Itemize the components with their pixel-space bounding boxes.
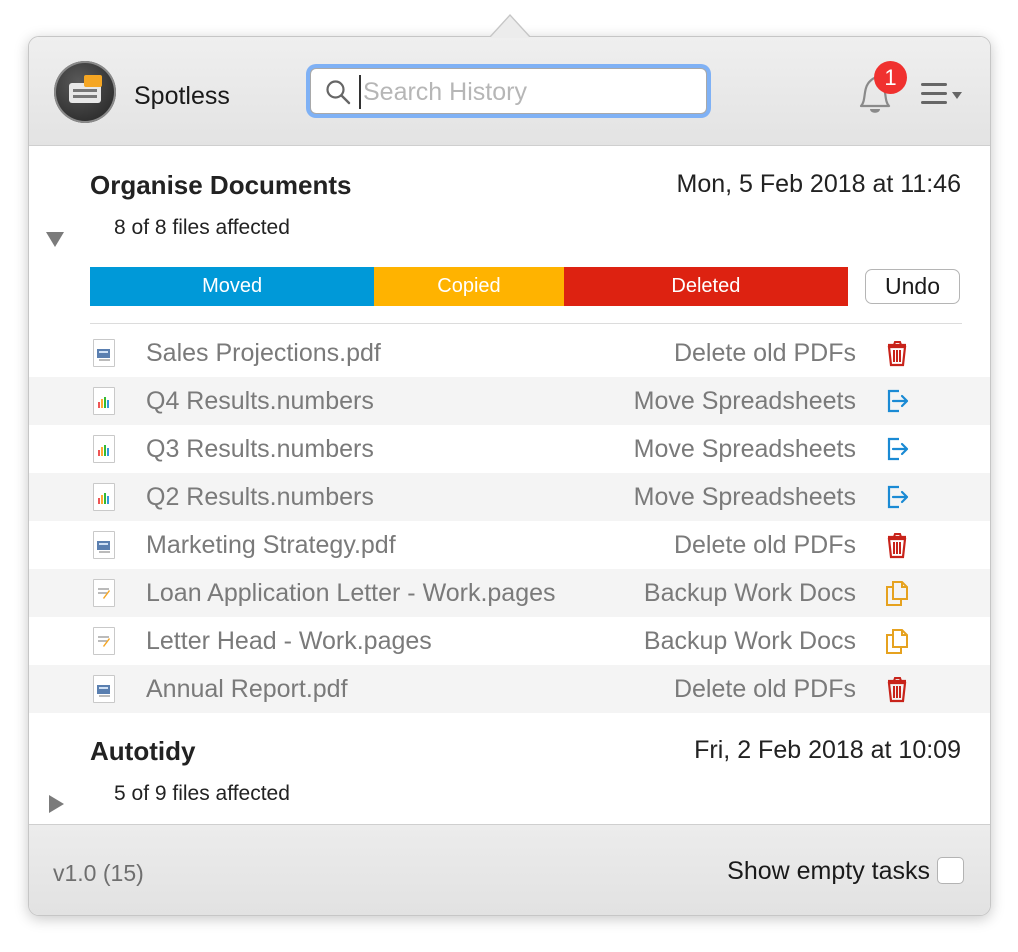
undo-button[interactable]: Undo	[865, 269, 960, 304]
file-name: Q4 Results.numbers	[146, 387, 374, 415]
rule-name: Backup Work Docs	[643, 579, 856, 607]
rule-name: Move Spreadsheets	[633, 483, 856, 511]
breakdown-bar: Moved Copied Deleted	[90, 267, 848, 306]
pages-file-icon	[93, 627, 115, 655]
notification-badge[interactable]: 1	[874, 61, 907, 94]
search-icon	[326, 80, 351, 105]
footer-bar: v1.0 (15) Show empty tasks	[29, 824, 990, 915]
move-icon	[883, 387, 911, 415]
trash-icon	[883, 675, 911, 703]
group-title-autotidy: Autotidy	[90, 736, 196, 766]
move-icon	[883, 483, 911, 511]
breakdown-segment-moved: Moved	[90, 267, 375, 306]
file-name: Q3 Results.numbers	[146, 435, 374, 463]
popover-arrow-fill	[490, 16, 530, 38]
numbers-file-icon	[93, 435, 115, 463]
table-row[interactable]: Loan Application Letter - Work.pages Back…	[29, 569, 990, 617]
table-row[interactable]: Letter Head - Work.pages Backup Work Docs	[29, 617, 990, 665]
file-name: Annual Report.pdf	[146, 675, 348, 703]
numbers-file-icon	[93, 387, 115, 415]
pdf-file-icon	[93, 339, 115, 367]
file-name: Letter Head - Work.pages	[146, 627, 432, 655]
trash-icon	[883, 531, 911, 559]
breakdown-segment-deleted: Deleted	[563, 267, 848, 306]
table-row[interactable]: Marketing Strategy.pdf Delete old PDFs	[29, 521, 990, 569]
header-bar: Spotless 1	[29, 37, 990, 146]
show-empty-tasks-checkbox[interactable]	[937, 857, 964, 884]
group-date-autotidy: Fri, 2 Feb 2018 at 10:09	[694, 736, 961, 764]
pdf-file-icon	[93, 675, 115, 703]
app-icon	[54, 61, 116, 123]
file-name: Marketing Strategy.pdf	[146, 531, 396, 559]
pdf-file-icon	[93, 531, 115, 559]
folder-shape	[84, 75, 102, 87]
breakdown-segment-copied: Copied	[374, 267, 564, 306]
table-row[interactable]: Q2 Results.numbers Move Spreadsheets	[29, 473, 990, 521]
table-row[interactable]: Annual Report.pdf Delete old PDFs	[29, 665, 990, 713]
copy-icon	[883, 627, 911, 655]
rule-name: Move Spreadsheets	[633, 387, 856, 415]
history-popover: Spotless 1 Organise Documents Mon, 5 Feb…	[28, 36, 991, 916]
move-icon	[883, 435, 911, 463]
collapse-triangle-icon[interactable]	[46, 232, 64, 247]
table-row[interactable]: Q4 Results.numbers Move Spreadsheets	[29, 377, 990, 425]
file-name: Sales Projections.pdf	[146, 339, 381, 367]
rule-name: Delete old PDFs	[673, 675, 856, 703]
menu-icon[interactable]	[917, 81, 965, 107]
divider	[90, 323, 962, 324]
group-subtitle-autotidy: 5 of 9 files affected	[114, 782, 290, 805]
rule-name: Delete old PDFs	[673, 339, 856, 367]
file-rows: Sales Projections.pdf Delete old PDFs Q4 R…	[29, 329, 990, 713]
search-input[interactable]	[359, 75, 695, 109]
group-title: Organise Documents	[90, 170, 352, 200]
numbers-file-icon	[93, 483, 115, 511]
table-row[interactable]: Q3 Results.numbers Move Spreadsheets	[29, 425, 990, 473]
file-name: Loan Application Letter - Work.pages	[146, 579, 556, 607]
pages-file-icon	[93, 579, 115, 607]
trash-icon	[883, 339, 911, 367]
expand-triangle-icon[interactable]	[49, 795, 64, 813]
table-row[interactable]: Sales Projections.pdf Delete old PDFs	[29, 329, 990, 377]
history-list: Organise Documents Mon, 5 Feb 2018 at 11…	[29, 146, 990, 824]
search-field[interactable]	[310, 68, 707, 114]
group-subtitle: 8 of 8 files affected	[114, 216, 290, 239]
version-label: v1.0 (15)	[53, 860, 144, 886]
rule-name: Move Spreadsheets	[633, 435, 856, 463]
file-name: Q2 Results.numbers	[146, 483, 374, 511]
group-date: Mon, 5 Feb 2018 at 11:46	[676, 170, 961, 198]
app-name: Spotless	[134, 82, 230, 110]
rule-name: Backup Work Docs	[643, 627, 856, 655]
rule-name: Delete old PDFs	[673, 531, 856, 559]
show-empty-tasks-label[interactable]: Show empty tasks	[727, 857, 930, 886]
copy-icon	[883, 579, 911, 607]
